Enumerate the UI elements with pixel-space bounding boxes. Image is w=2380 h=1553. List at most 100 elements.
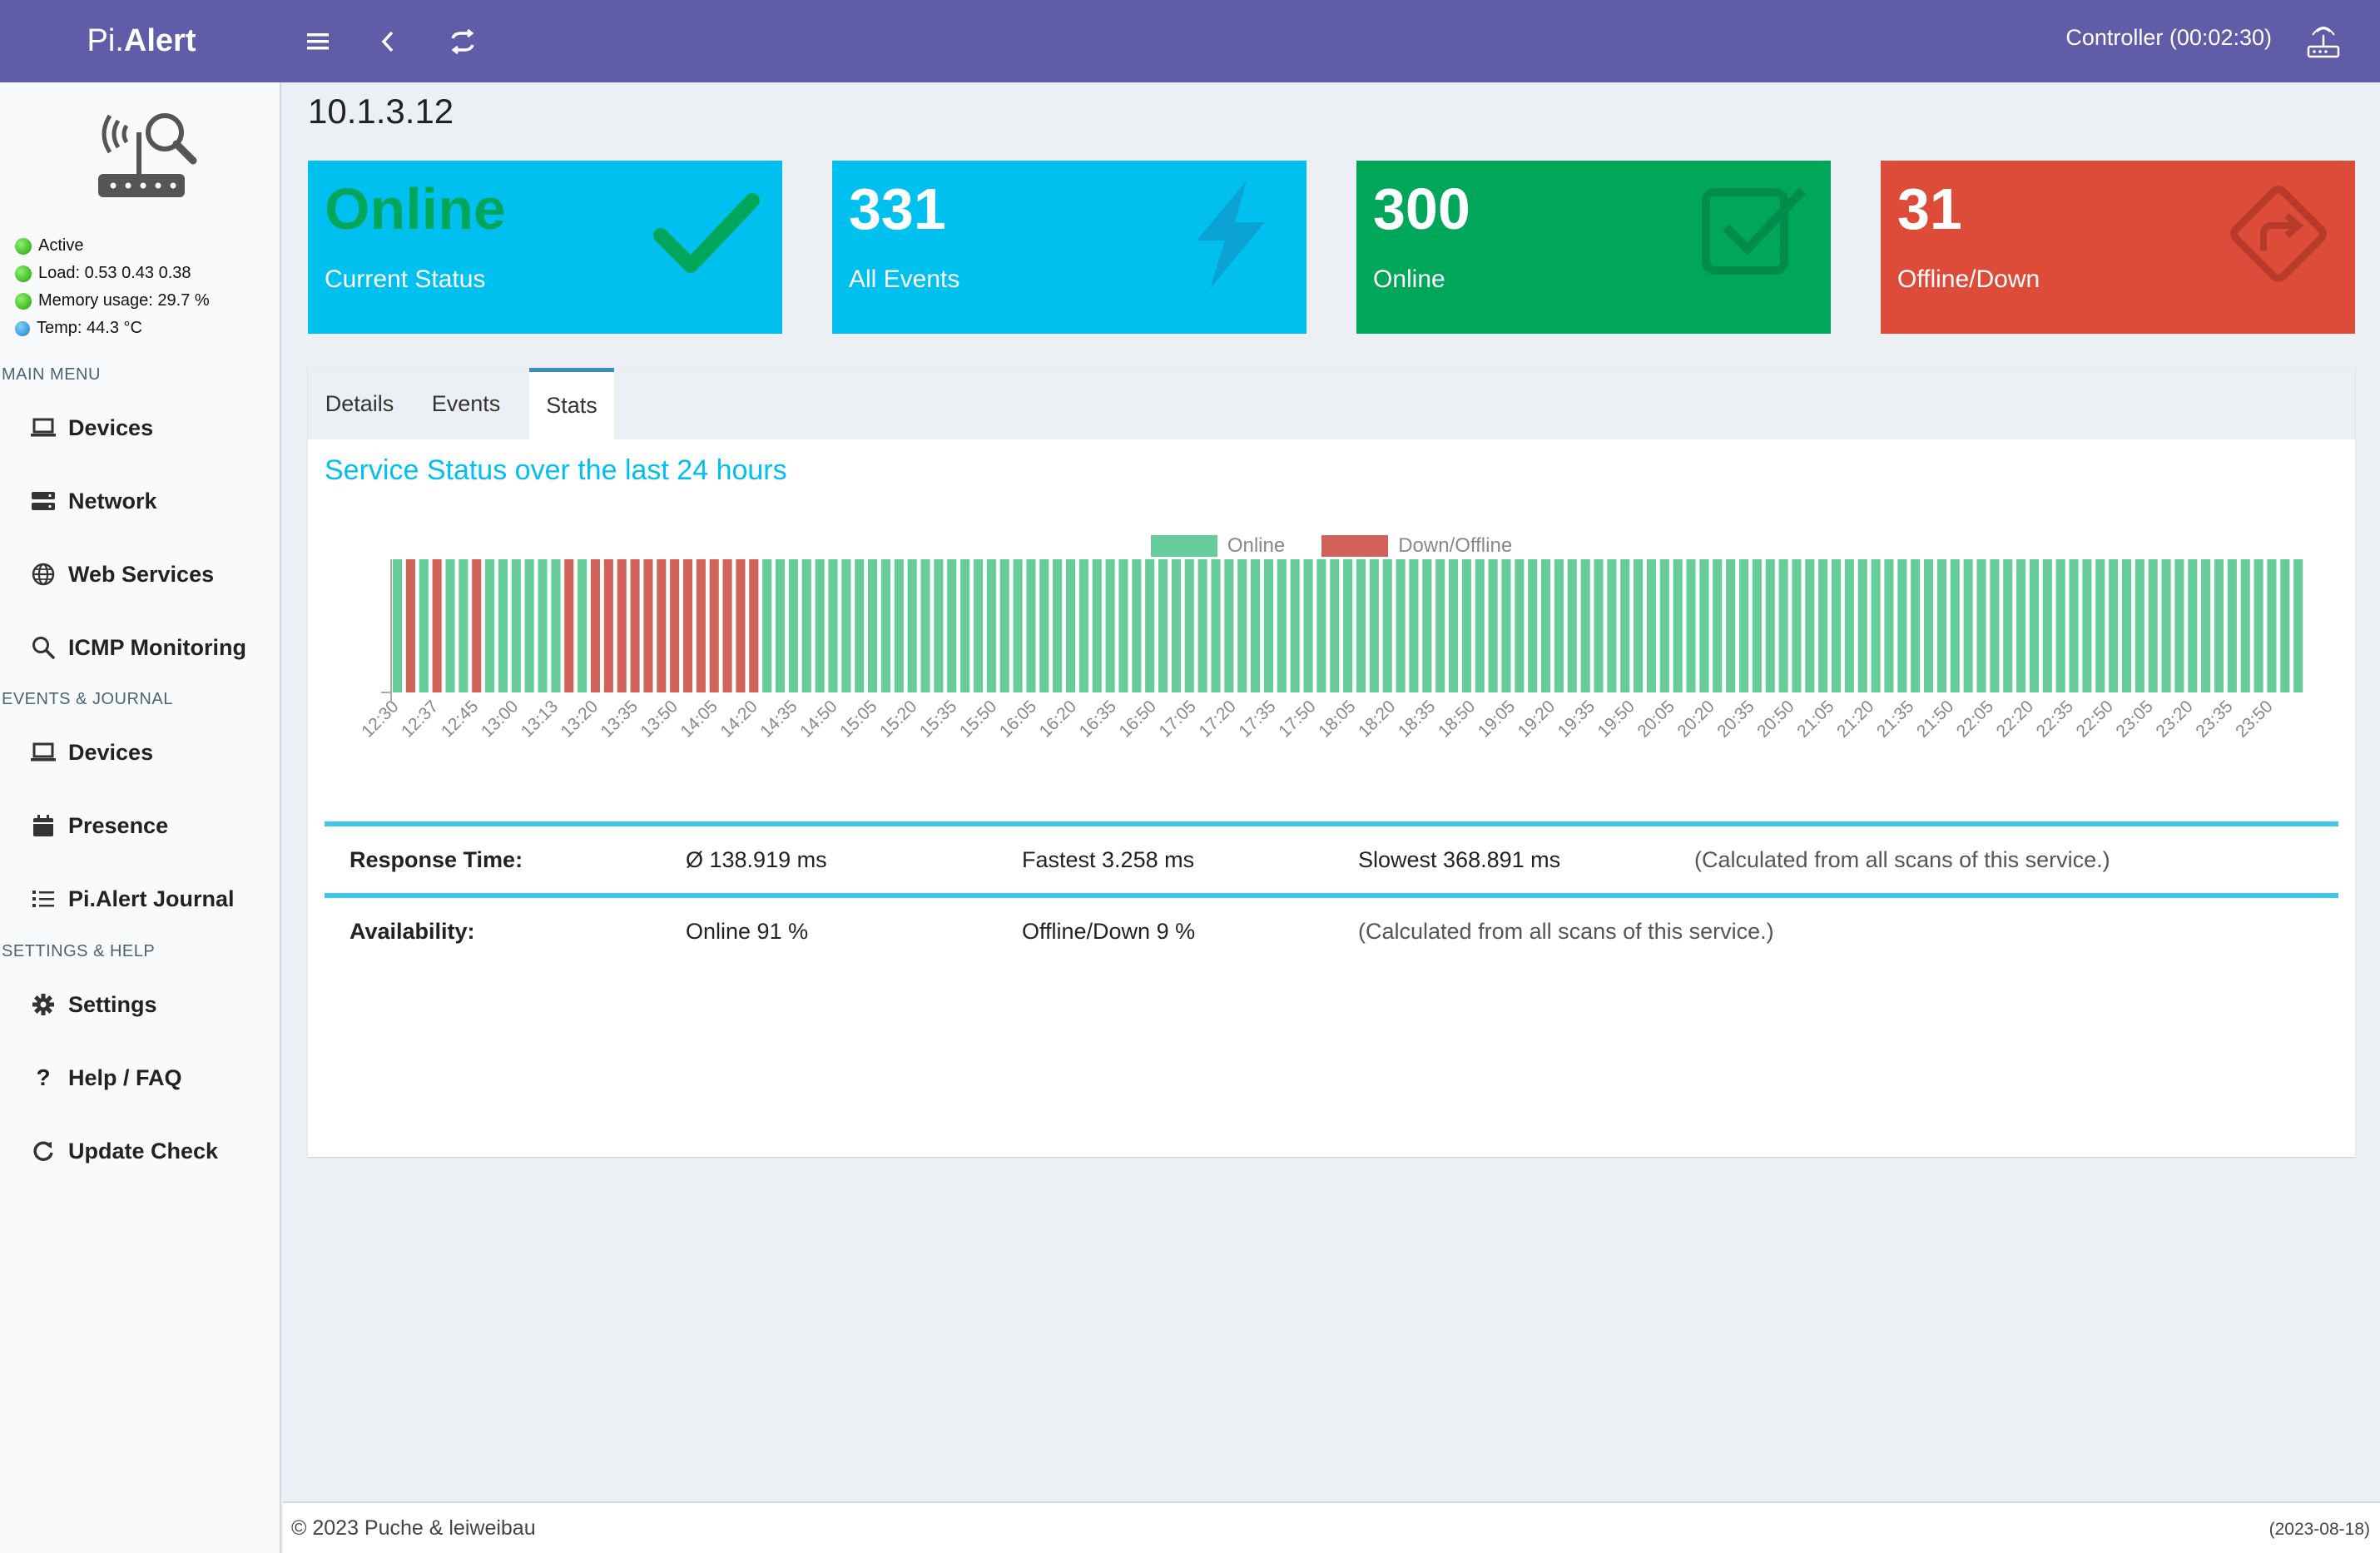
bar-online[interactable] — [2109, 559, 2119, 692]
bar-online[interactable] — [986, 559, 996, 692]
bar-online[interactable] — [1805, 559, 1815, 692]
bar-online[interactable] — [1911, 559, 1921, 692]
bar-down[interactable] — [749, 559, 759, 692]
bar-online[interactable] — [2214, 559, 2224, 692]
bar-down[interactable] — [617, 559, 627, 692]
refresh-button[interactable] — [441, 20, 484, 63]
bar-online[interactable] — [1634, 559, 1644, 692]
bar-online[interactable] — [2003, 559, 2013, 692]
sidebar-item-devices[interactable]: Devices — [0, 394, 280, 461]
sidebar-item-journal[interactable]: Pi.Alert Journal — [0, 866, 280, 932]
bar-online[interactable] — [973, 559, 984, 692]
bar-online[interactable] — [1620, 559, 1630, 692]
bar-online[interactable] — [1078, 559, 1088, 692]
bar-online[interactable] — [762, 559, 772, 692]
bar-online[interactable] — [1990, 559, 2000, 692]
controller-status[interactable]: Controller (00:02:30) — [2065, 25, 2272, 51]
menu-toggle-button[interactable] — [296, 20, 340, 63]
bar-online[interactable] — [1607, 559, 1617, 692]
bar-online[interactable] — [1963, 559, 1973, 692]
bar-online[interactable] — [920, 559, 930, 692]
bar-down[interactable] — [603, 559, 613, 692]
bar-online[interactable] — [1594, 559, 1604, 692]
bar-down[interactable] — [657, 559, 667, 692]
bar-online[interactable] — [459, 559, 469, 692]
footer-copyright[interactable]: © 2023 Puche & leiweibau — [291, 1516, 536, 1541]
bar-online[interactable] — [1026, 559, 1036, 692]
bar-online[interactable] — [2188, 559, 2198, 692]
bar-online[interactable] — [907, 559, 917, 692]
bar-online[interactable] — [2201, 559, 2211, 692]
sidebar-item-settings[interactable]: Settings — [0, 971, 280, 1038]
bar-down[interactable] — [696, 559, 706, 692]
bar-online[interactable] — [2293, 559, 2303, 692]
bar-online[interactable] — [1303, 559, 1313, 692]
bar-online[interactable] — [1251, 559, 1261, 692]
bar-online[interactable] — [1488, 559, 1498, 692]
bar-online[interactable] — [1541, 559, 1551, 692]
bar-online[interactable] — [1936, 559, 1946, 692]
bar-online[interactable] — [1211, 559, 1221, 692]
bar-online[interactable] — [1765, 559, 1775, 692]
bar-online[interactable] — [1673, 559, 1683, 692]
bar-online[interactable] — [1145, 559, 1155, 692]
bar-online[interactable] — [1567, 559, 1577, 692]
bar-online[interactable] — [815, 559, 825, 692]
bar-online[interactable] — [1171, 559, 1181, 692]
bar-online[interactable] — [1237, 559, 1247, 692]
bar-online[interactable] — [2069, 559, 2079, 692]
bar-online[interactable] — [1831, 559, 1842, 692]
tab-events[interactable]: Events — [411, 368, 521, 439]
bar-online[interactable] — [1461, 559, 1471, 692]
bar-online[interactable] — [1897, 559, 1907, 692]
bar-online[interactable] — [1396, 559, 1406, 692]
bar-online[interactable] — [1290, 559, 1300, 692]
bar-online[interactable] — [1132, 559, 1142, 692]
offline-box[interactable]: 31 Offline/Down — [1881, 161, 2355, 334]
sidebar-item-help[interactable]: ? Help / FAQ — [0, 1044, 280, 1111]
bar-online[interactable] — [1950, 559, 1960, 692]
bar-online[interactable] — [1435, 559, 1445, 692]
bar-online[interactable] — [2161, 559, 2171, 692]
bar-online[interactable] — [1277, 559, 1287, 692]
bar-online[interactable] — [1752, 559, 1762, 692]
bar-online[interactable] — [1343, 559, 1353, 692]
bar-online[interactable] — [2082, 559, 2092, 692]
bar-online[interactable] — [880, 559, 890, 692]
bar-online[interactable] — [1158, 559, 1168, 692]
bar-online[interactable] — [1263, 559, 1273, 692]
bar-down[interactable] — [670, 559, 680, 692]
bar-online[interactable] — [999, 559, 1009, 692]
bar-online[interactable] — [1118, 559, 1128, 692]
bar-online[interactable] — [1382, 559, 1392, 692]
bar-online[interactable] — [2148, 559, 2158, 692]
bar-online[interactable] — [1844, 559, 1854, 692]
sidebar-item-network[interactable]: Network — [0, 468, 280, 534]
bar-online[interactable] — [1726, 559, 1736, 692]
bar-online[interactable] — [1065, 559, 1076, 692]
bar-online[interactable] — [1356, 559, 1366, 692]
bar-online[interactable] — [1554, 559, 1564, 692]
bar-down[interactable] — [630, 559, 640, 692]
bar-down[interactable] — [472, 559, 482, 692]
bar-online[interactable] — [1857, 559, 1867, 692]
bar-online[interactable] — [2267, 559, 2277, 692]
bar-online[interactable] — [2095, 559, 2105, 692]
bar-online[interactable] — [1053, 559, 1063, 692]
sidebar-item-web-services[interactable]: Web Services — [0, 541, 280, 608]
bar-down[interactable] — [722, 559, 732, 692]
bar-online[interactable] — [1409, 559, 1419, 692]
router-icon[interactable] — [2303, 22, 2343, 62]
app-logo[interactable]: Pi. Alert — [0, 0, 283, 82]
bar-down[interactable] — [709, 559, 719, 692]
bar-online[interactable] — [1330, 559, 1340, 692]
bar-online[interactable] — [1778, 559, 1788, 692]
bar-online[interactable] — [511, 559, 521, 692]
sidebar-item-presence[interactable]: Presence — [0, 792, 280, 859]
sidebar-item-update-check[interactable]: Update Check — [0, 1118, 280, 1184]
bar-down[interactable] — [643, 559, 653, 692]
bar-online[interactable] — [894, 559, 904, 692]
bar-down[interactable] — [405, 559, 415, 692]
bar-online[interactable] — [393, 559, 403, 692]
bar-online[interactable] — [1792, 559, 1802, 692]
